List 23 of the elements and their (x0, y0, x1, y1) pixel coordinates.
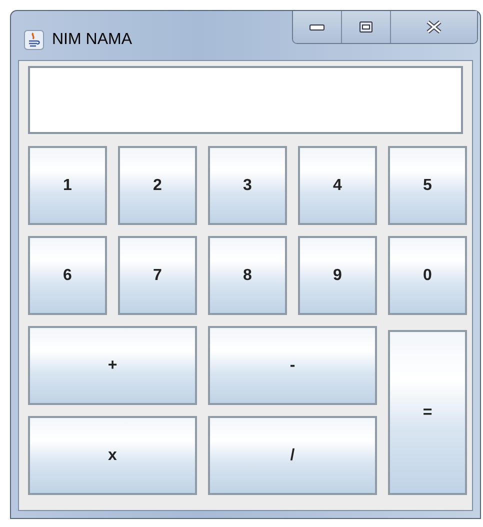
calculator-key[interactable]: 2 (118, 146, 197, 225)
calculator-key[interactable]: x (28, 416, 197, 495)
close-icon (425, 20, 443, 34)
maximize-button[interactable] (342, 11, 391, 43)
calculator-key[interactable]: 4 (298, 146, 377, 225)
calculator-key[interactable]: 7 (118, 236, 197, 315)
calculator-key[interactable]: 8 (208, 236, 287, 315)
maximize-icon (359, 21, 373, 33)
calculator-key[interactable]: / (208, 416, 377, 495)
calculator-key[interactable]: = (388, 330, 467, 495)
calculator-key[interactable]: 1 (28, 146, 107, 225)
calculator-key[interactable]: 9 (298, 236, 377, 315)
window-title: NIM NAMA (52, 30, 132, 48)
calculator-key[interactable]: 6 (28, 236, 107, 315)
coffee-cup-icon (24, 30, 44, 50)
minimize-icon (309, 22, 325, 32)
input-field[interactable] (28, 66, 463, 134)
calculator-key[interactable]: 5 (388, 146, 467, 225)
calculator-key[interactable]: 0 (388, 236, 467, 315)
calculator-key[interactable]: - (208, 326, 377, 405)
minimize-button[interactable] (293, 11, 342, 43)
calculator-key[interactable]: + (28, 326, 197, 405)
calculator-key[interactable]: 3 (208, 146, 287, 225)
